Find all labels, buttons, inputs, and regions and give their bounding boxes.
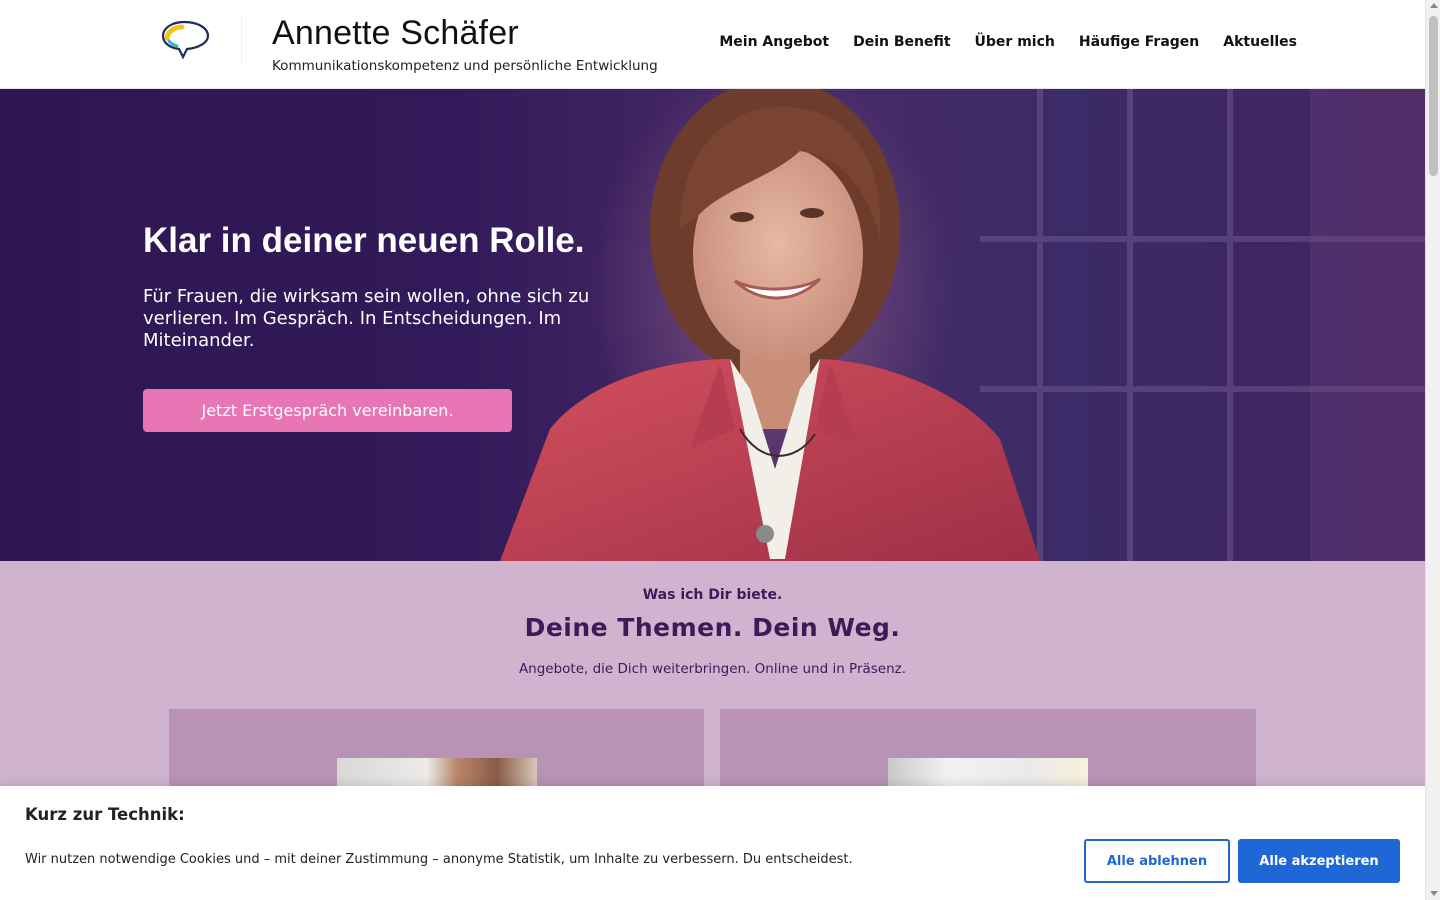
offers-kicker: Was ich Dir biete. [642, 587, 783, 603]
reject-all-button[interactable]: Alle ablehnen [1084, 839, 1230, 883]
nav-item-dein-benefit[interactable]: Dein Benefit [853, 34, 950, 50]
site-header: Annette Schäfer Kommunikationskompetenz … [0, 0, 1425, 89]
main-nav: Mein Angebot Dein Benefit Über mich Häuf… [719, 34, 1297, 50]
nav-item-ueber-mich[interactable]: Über mich [975, 34, 1055, 50]
offers-lead: Angebote, die Dich weiterbringen. Online… [518, 661, 907, 677]
nav-item-aktuelles[interactable]: Aktuelles [1223, 34, 1297, 50]
accept-all-button[interactable]: Alle akzeptieren [1238, 839, 1400, 883]
scroll-up-arrow-icon[interactable] [1429, 3, 1438, 8]
hero-subtitle: Für Frauen, die wirksam sein wollen, ohn… [143, 286, 590, 351]
speech-bubble-icon[interactable] [160, 19, 212, 61]
scroll-down-arrow-icon[interactable] [1429, 891, 1438, 896]
cookie-banner: Kurz zur Technik: Wir nutzen notwendige … [0, 786, 1425, 900]
nav-item-mein-angebot[interactable]: Mein Angebot [719, 34, 829, 50]
nav-item-haeufige-fragen[interactable]: Häufige Fragen [1079, 34, 1199, 50]
cookie-banner-text: Wir nutzen notwendige Cookies und – mit … [25, 852, 853, 867]
brand-tagline: Kommunikationskompetenz und persönliche … [272, 58, 658, 74]
brand-title[interactable]: Annette Schäfer [272, 14, 519, 53]
hero-section: Klar in deiner neuen Rolle. Für Frauen, … [0, 89, 1425, 561]
hero-background-window-grid [980, 89, 1425, 561]
book-consultation-button[interactable]: Jetzt Erstgespräch vereinbaren. [143, 389, 512, 432]
logo-divider [241, 14, 242, 66]
cookie-banner-title: Kurz zur Technik: [25, 805, 185, 824]
scrollbar-thumb[interactable] [1429, 16, 1438, 176]
page-scrollbar[interactable] [1425, 0, 1440, 900]
offers-heading: Deine Themen. Dein Weg. [524, 613, 901, 642]
hero-title: Klar in deiner neuen Rolle. [143, 221, 585, 260]
